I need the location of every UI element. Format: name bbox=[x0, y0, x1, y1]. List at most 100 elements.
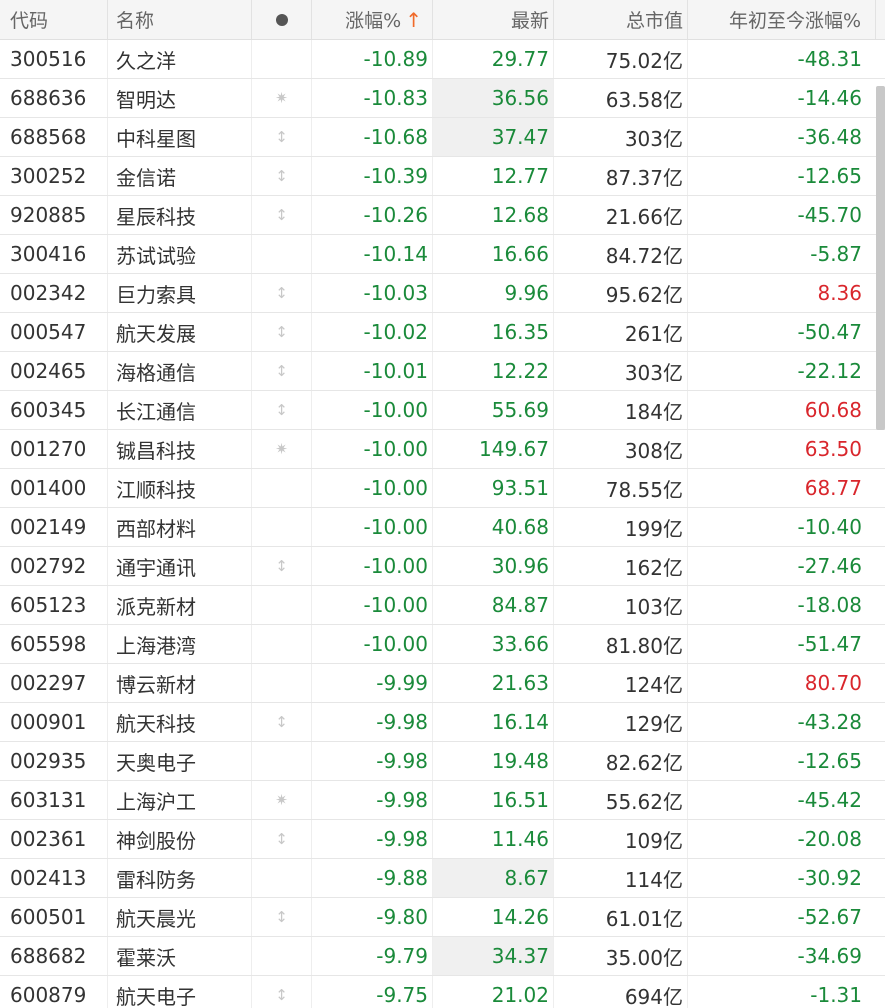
stock-name-cell: 博云新材 bbox=[108, 664, 252, 702]
change-pct-cell: -9.99 bbox=[312, 664, 433, 702]
sort-ascending-icon: ↑ bbox=[405, 7, 422, 32]
change-pct-cell: -10.68 bbox=[312, 118, 433, 156]
stock-name-cell-text: 雷科防务 bbox=[116, 867, 196, 892]
market-cap-cell: 261亿 bbox=[554, 313, 688, 351]
column-header-ytd-pct[interactable]: 年初至今涨幅% bbox=[688, 0, 876, 39]
change-pct-cell-text: -10.01 bbox=[363, 359, 428, 383]
market-cap-cell-text: 75.02亿 bbox=[605, 48, 683, 73]
market-cap-cell-text: 35.00亿 bbox=[605, 945, 683, 970]
change-pct-cell: -10.01 bbox=[312, 352, 433, 390]
stock-code-cell-text: 002792 bbox=[10, 554, 87, 578]
table-row[interactable]: 002792 通宇通讯 ↕ -10.00 30.96 162亿 -27.46 bbox=[0, 547, 885, 586]
table-row[interactable]: 002149 西部材料 -10.00 40.68 199亿 -10.40 bbox=[0, 508, 885, 547]
column-header-name[interactable]: 名称 bbox=[108, 0, 252, 39]
ytd-pct-cell: -50.47 bbox=[688, 313, 876, 351]
change-pct-cell-text: -9.98 bbox=[376, 827, 428, 851]
column-header-change-pct[interactable]: 涨幅% ↑ bbox=[312, 0, 433, 39]
table-row[interactable]: 000901 航天科技 ↕ -9.98 16.14 129亿 -43.28 bbox=[0, 703, 885, 742]
column-header-mark[interactable] bbox=[252, 0, 312, 39]
stock-code-cell-text: 002413 bbox=[10, 866, 87, 890]
table-header: 代码 名称 涨幅% ↑ 最新 总市值 年初至今涨幅% bbox=[0, 0, 885, 40]
stock-code-cell: 600345 bbox=[0, 391, 108, 429]
table-row[interactable]: 002342 巨力索具 ↕ -10.03 9.96 95.62亿 8.36 bbox=[0, 274, 885, 313]
stock-code-cell: 001270 bbox=[0, 430, 108, 468]
stock-name-cell: 星辰科技 bbox=[108, 196, 252, 234]
ytd-pct-cell-text: -27.46 bbox=[797, 554, 862, 578]
table-row[interactable]: 688636 智明达 ✷ -10.83 36.56 63.58亿 -14.46 bbox=[0, 79, 885, 118]
stock-quote-list: 代码 名称 涨幅% ↑ 最新 总市值 年初至今涨幅% 300516 久之洋 -10.8… bbox=[0, 0, 885, 1008]
last-price-cell-text: 33.66 bbox=[491, 632, 549, 656]
stock-name-cell-text: 中科星图 bbox=[116, 126, 196, 151]
table-row[interactable]: 600345 长江通信 ↕ -10.00 55.69 184亿 60.68 bbox=[0, 391, 885, 430]
stock-code-cell-text: 002342 bbox=[10, 281, 87, 305]
ytd-pct-cell-text: 68.77 bbox=[804, 476, 862, 500]
ytd-pct-cell: -52.67 bbox=[688, 898, 876, 936]
table-row[interactable]: 300416 苏试试验 -10.14 16.66 84.72亿 -5.87 bbox=[0, 235, 885, 274]
stock-name-cell: 江顺科技 bbox=[108, 469, 252, 507]
table-row[interactable]: 605123 派克新材 -10.00 84.87 103亿 -18.08 bbox=[0, 586, 885, 625]
table-row[interactable]: 300516 久之洋 -10.89 29.77 75.02亿 -48.31 bbox=[0, 40, 885, 79]
last-price-cell: 12.77 bbox=[433, 157, 554, 195]
market-cap-cell-text: 184亿 bbox=[624, 399, 683, 424]
change-pct-cell-text: -9.88 bbox=[376, 866, 428, 890]
table-row[interactable]: 688568 中科星图 ↕ -10.68 37.47 303亿 -36.48 bbox=[0, 118, 885, 157]
last-price-cell: 40.68 bbox=[433, 508, 554, 546]
up-down-arrow-icon: ↕ bbox=[275, 166, 288, 185]
change-pct-cell-text: -10.68 bbox=[363, 125, 428, 149]
table-row[interactable]: 300252 金信诺 ↕ -10.39 12.77 87.37亿 -12.65 bbox=[0, 157, 885, 196]
stock-name-cell-text: 神剑股份 bbox=[116, 828, 196, 853]
ytd-pct-cell: -12.65 bbox=[688, 742, 876, 780]
table-row[interactable]: 603131 上海沪工 ✷ -9.98 16.51 55.62亿 -45.42 bbox=[0, 781, 885, 820]
column-header-code[interactable]: 代码 bbox=[0, 0, 108, 39]
stock-mark-cell: ↕ bbox=[252, 313, 312, 351]
stock-name-cell: 巨力索具 bbox=[108, 274, 252, 312]
table-row[interactable]: 688682 霍莱沃 -9.79 34.37 35.00亿 -34.69 bbox=[0, 937, 885, 976]
market-cap-cell: 87.37亿 bbox=[554, 157, 688, 195]
ytd-pct-cell: -30.92 bbox=[688, 859, 876, 897]
table-row[interactable]: 002935 天奥电子 -9.98 19.48 82.62亿 -12.65 bbox=[0, 742, 885, 781]
last-price-cell: 36.56 bbox=[433, 79, 554, 117]
table-body: 300516 久之洋 -10.89 29.77 75.02亿 -48.31 688636 智明… bbox=[0, 40, 885, 1008]
table-row[interactable]: 600879 航天电子 ↕ -9.75 21.02 694亿 -1.31 bbox=[0, 976, 885, 1008]
table-row[interactable]: 002413 雷科防务 -9.88 8.67 114亿 -30.92 bbox=[0, 859, 885, 898]
change-pct-cell-text: -10.02 bbox=[363, 320, 428, 344]
vertical-scrollbar[interactable] bbox=[876, 40, 885, 1008]
table-row[interactable]: 002361 神剑股份 ↕ -9.98 11.46 109亿 -20.08 bbox=[0, 820, 885, 859]
market-cap-cell-text: 162亿 bbox=[624, 555, 683, 580]
market-cap-cell-text: 308亿 bbox=[624, 438, 683, 463]
column-header-last[interactable]: 最新 bbox=[433, 0, 554, 39]
last-price-cell-text: 21.63 bbox=[491, 671, 549, 695]
stock-name-cell: 智明达 bbox=[108, 79, 252, 117]
table-row[interactable]: 605598 上海港湾 -10.00 33.66 81.80亿 -51.47 bbox=[0, 625, 885, 664]
scrollbar-thumb[interactable] bbox=[876, 86, 885, 430]
stock-code-cell: 300416 bbox=[0, 235, 108, 273]
change-pct-cell-text: -10.14 bbox=[363, 242, 428, 266]
change-pct-cell: -10.00 bbox=[312, 391, 433, 429]
market-cap-cell: 63.58亿 bbox=[554, 79, 688, 117]
stock-mark-cell: ↕ bbox=[252, 274, 312, 312]
table-row[interactable]: 001270 铖昌科技 ✷ -10.00 149.67 308亿 63.50 bbox=[0, 430, 885, 469]
stock-name-cell-text: 上海沪工 bbox=[116, 789, 196, 814]
market-cap-cell: 694亿 bbox=[554, 976, 688, 1008]
table-row[interactable]: 920885 星辰科技 ↕ -10.26 12.68 21.66亿 -45.70 bbox=[0, 196, 885, 235]
stock-code-cell: 605123 bbox=[0, 586, 108, 624]
up-down-arrow-icon: ↕ bbox=[275, 205, 288, 224]
market-cap-cell: 84.72亿 bbox=[554, 235, 688, 273]
table-row[interactable]: 002465 海格通信 ↕ -10.01 12.22 303亿 -22.12 bbox=[0, 352, 885, 391]
last-price-cell-text: 149.67 bbox=[479, 437, 549, 461]
table-row[interactable]: 002297 博云新材 -9.99 21.63 124亿 80.70 bbox=[0, 664, 885, 703]
stock-name-cell: 上海沪工 bbox=[108, 781, 252, 819]
last-price-cell-text: 12.68 bbox=[491, 203, 549, 227]
table-row[interactable]: 001400 江顺科技 -10.00 93.51 78.55亿 68.77 bbox=[0, 469, 885, 508]
stock-code-cell-text: 300416 bbox=[10, 242, 87, 266]
last-price-cell: 37.47 bbox=[433, 118, 554, 156]
column-header-market-cap[interactable]: 总市值 bbox=[554, 0, 688, 39]
stock-code-cell: 605598 bbox=[0, 625, 108, 663]
last-price-cell-text: 55.69 bbox=[491, 398, 549, 422]
ytd-pct-cell: -22.12 bbox=[688, 352, 876, 390]
table-row[interactable]: 600501 航天晨光 ↕ -9.80 14.26 61.01亿 -52.67 bbox=[0, 898, 885, 937]
ytd-pct-cell-text: -34.69 bbox=[797, 944, 862, 968]
change-pct-cell-text: -9.98 bbox=[376, 749, 428, 773]
stock-name-cell: 雷科防务 bbox=[108, 859, 252, 897]
table-row[interactable]: 000547 航天发展 ↕ -10.02 16.35 261亿 -50.47 bbox=[0, 313, 885, 352]
